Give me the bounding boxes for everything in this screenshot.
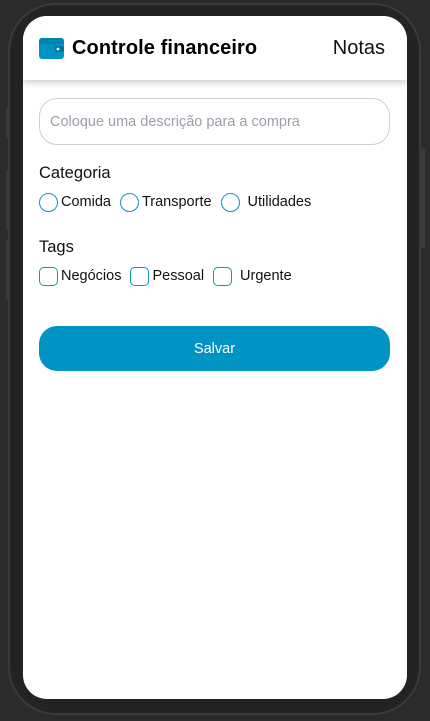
tag-options: Negócios Pessoal Urgente [39,266,391,286]
urgente-checkbox[interactable] [213,266,233,286]
tag-option-label: Negócios [61,268,122,284]
tag-option-urgente[interactable]: Urgente [213,266,292,286]
category-option-label: Utilidades [247,194,312,210]
app-screen: Controle financeiro Notas Categoria Comi… [23,16,407,699]
app-header: Controle financeiro Notas [23,16,407,80]
tag-option-negocios[interactable]: Negócios [39,266,122,286]
tag-option-pessoal[interactable]: Pessoal [130,266,205,286]
device-power-button [421,148,425,248]
category-label: Categoria [39,164,111,182]
device-volume-up-button [6,170,10,230]
category-options: Comida Transporte Utilidades [39,192,391,212]
category-option-utilidades[interactable]: Utilidades [220,192,312,212]
transporte-radio[interactable] [119,192,139,212]
tag-option-label: Pessoal [152,268,205,284]
wallet-icon [39,37,64,59]
device-volume-down-button [6,240,10,300]
device-side-button [6,107,10,139]
category-option-comida[interactable]: Comida [39,192,111,212]
category-option-transporte[interactable]: Transporte [119,192,212,212]
app-title: Controle financeiro [72,36,258,59]
tags-label: Tags [39,238,74,256]
category-option-label: Comida [61,194,111,210]
comida-radio[interactable] [39,192,58,212]
category-option-label: Transporte [141,194,212,210]
brand: Controle financeiro [39,37,257,60]
save-button[interactable]: Salvar [39,326,390,371]
tag-option-label: Urgente [240,268,292,284]
description-input[interactable] [39,98,390,145]
notas-link[interactable]: Notas [333,37,385,60]
pessoal-checkbox[interactable] [130,266,150,286]
purchase-form: Categoria Comida Transporte Utilidades T… [39,98,391,371]
negocios-checkbox[interactable] [39,266,58,286]
utilidades-radio[interactable] [220,192,240,212]
